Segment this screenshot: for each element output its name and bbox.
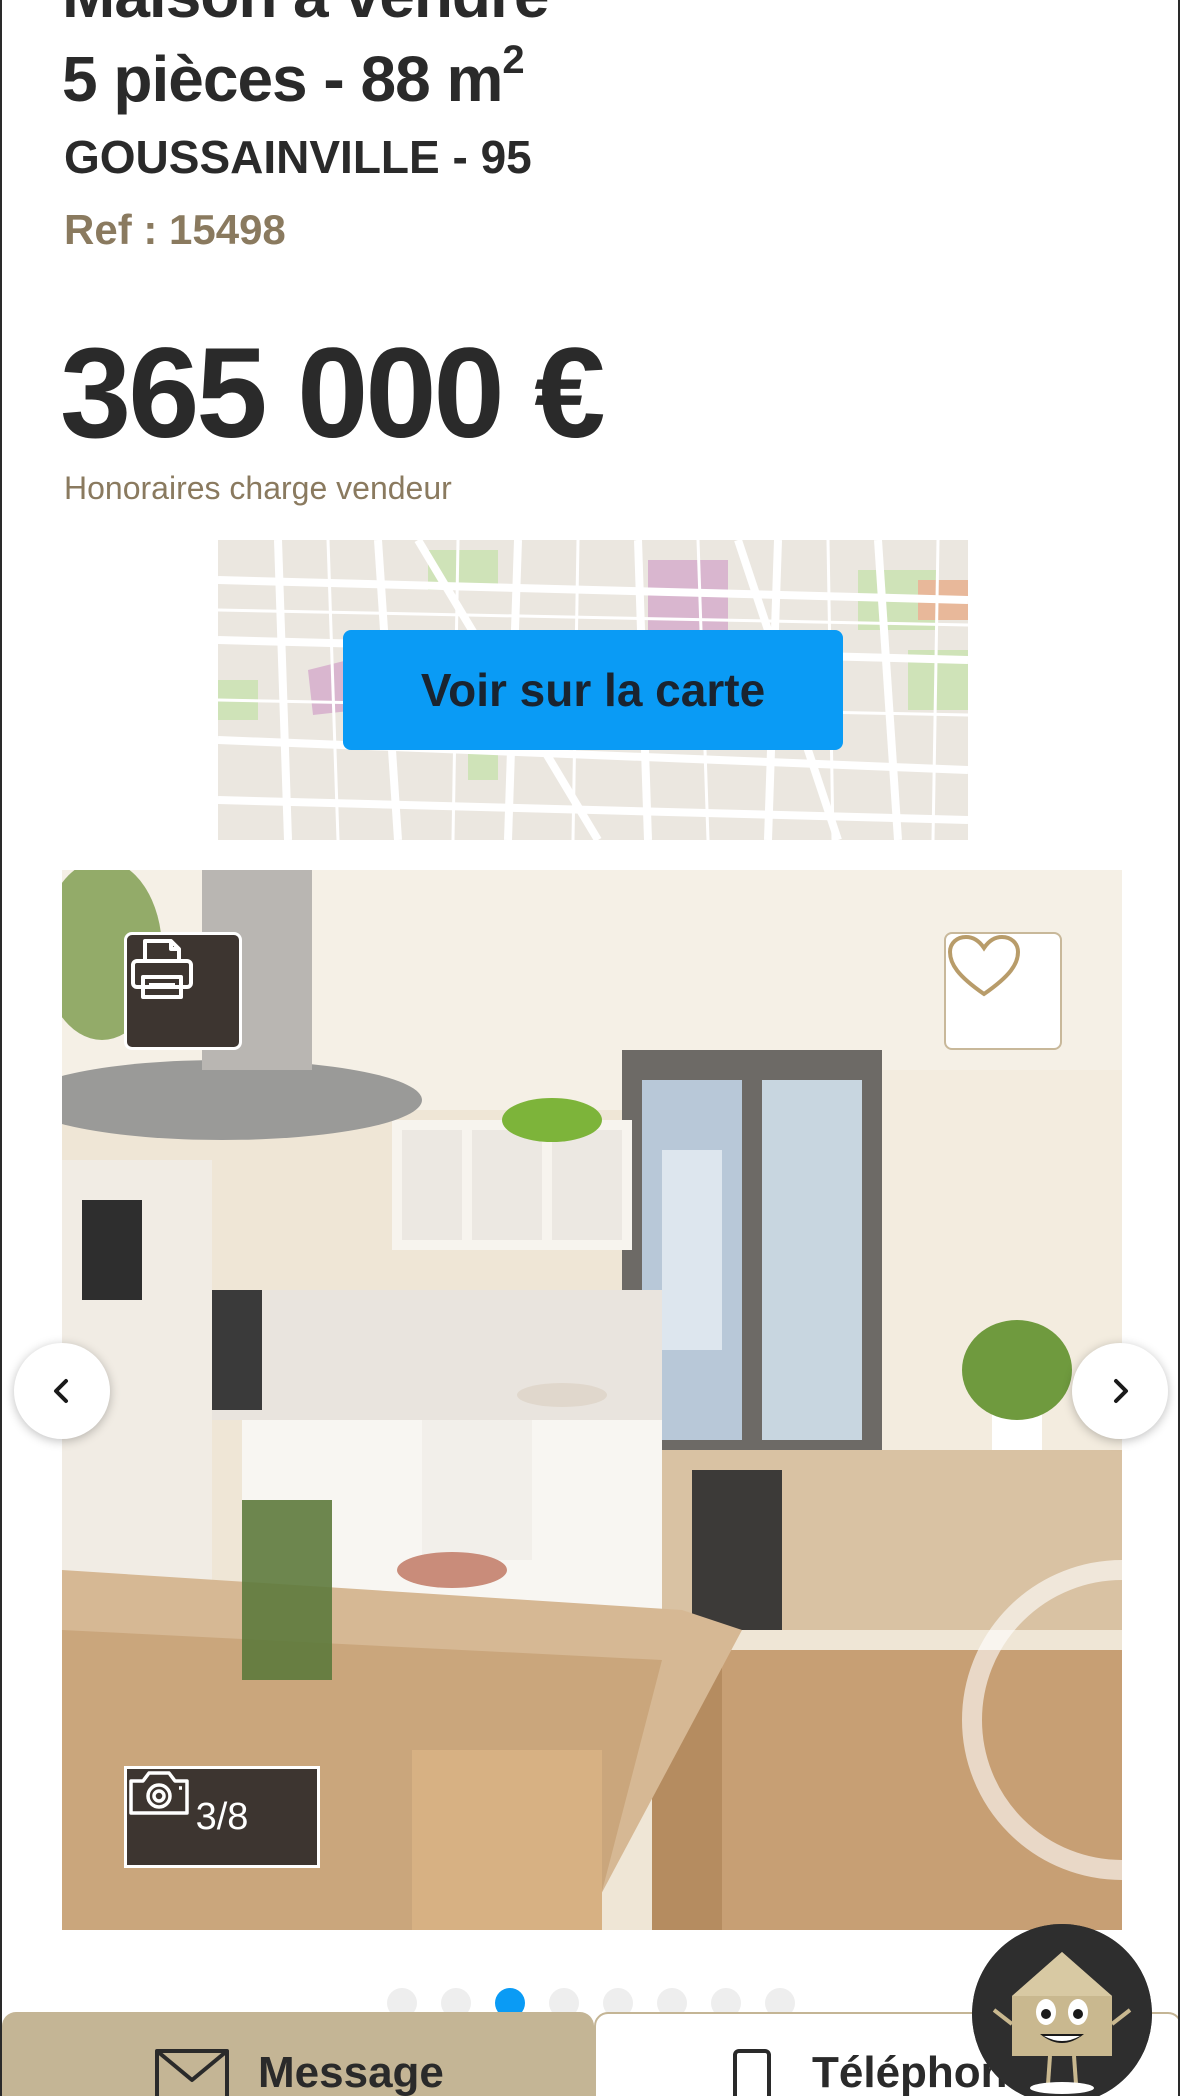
camera-icon: [129, 1771, 189, 1815]
listing-city: GOUSSAINVILLE - 95: [64, 131, 532, 183]
chevron-left-icon: [54, 1379, 68, 1403]
chevron-right-icon: [1114, 1379, 1128, 1403]
previous-photo-button[interactable]: [14, 1343, 110, 1439]
fees-note: Honoraires charge vendeur: [64, 470, 452, 506]
printer-icon: [131, 939, 193, 999]
map-preview[interactable]: Voir sur la carte: [218, 540, 968, 840]
area-unit-exponent: 2: [502, 38, 524, 82]
view-on-map-button[interactable]: Voir sur la carte: [343, 630, 843, 750]
listing-reference: Ref : 15498: [64, 206, 286, 253]
rooms-and-area: 5 pièces - 88 m: [62, 43, 503, 115]
next-photo-button[interactable]: [1072, 1343, 1168, 1439]
photo-counter[interactable]: 3/8: [124, 1766, 320, 1868]
assistant-mascot-button[interactable]: [972, 1924, 1152, 2096]
phone-icon: [733, 2049, 771, 2096]
envelope-icon: [155, 2049, 229, 2096]
message-button[interactable]: Message: [2, 2012, 594, 2096]
print-button[interactable]: [124, 932, 242, 1050]
listing-price: 365 000 €: [60, 322, 605, 465]
house-mascot-icon: [972, 1924, 1152, 2096]
message-button-label: Message: [258, 2048, 444, 2096]
listing-subtitle: 5 pièces - 88 m2: [62, 38, 525, 116]
photo-counter-label: 3/8: [195, 1795, 249, 1838]
heart-icon: [947, 934, 1021, 997]
listing-title: Maison à vendre: [62, 0, 549, 32]
favorite-button[interactable]: [944, 932, 1062, 1050]
gallery-photo[interactable]: 3/8: [62, 870, 1122, 1930]
listing-page: Maison à vendre 5 pièces - 88 m2 GOUSSAI…: [0, 0, 1180, 2096]
